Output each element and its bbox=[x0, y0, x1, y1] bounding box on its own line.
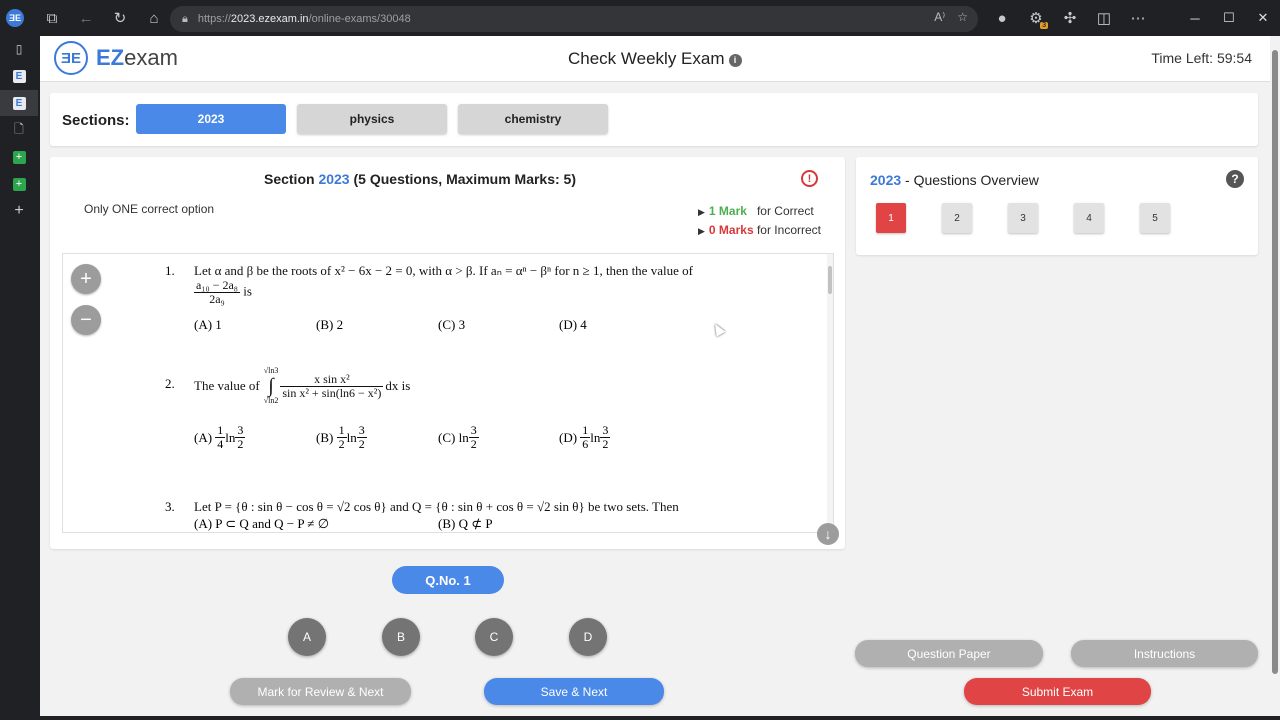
ezexam-logo[interactable]: ƎE EZexam bbox=[54, 41, 178, 75]
extensions-puzzle-icon[interactable]: ✣ bbox=[1056, 4, 1084, 32]
question-box-5[interactable]: 5 bbox=[1140, 203, 1170, 233]
help-icon[interactable]: ? bbox=[1226, 170, 1244, 188]
browser-sidebar: ▯ E E 🗋︎ + + + bbox=[0, 36, 38, 720]
sidebar-tab-ezexam-active[interactable]: E bbox=[0, 90, 38, 116]
question-2-option-c: (C) ln 3 2 bbox=[438, 423, 479, 451]
question-3-option-b: (B) Q ⊄ P bbox=[438, 516, 493, 531]
workspaces-icon[interactable]: ⧉ bbox=[38, 4, 66, 32]
marking-scheme: ▶ 1 Mark for Correct ▶ 0 Marks for Incorre… bbox=[698, 204, 821, 237]
question-instruction: Only ONE correct option bbox=[84, 202, 215, 216]
sidebar-add-icon[interactable]: + bbox=[0, 198, 38, 224]
question-box-1[interactable]: 1 bbox=[876, 203, 906, 233]
minimize-icon[interactable]: ─ bbox=[1178, 0, 1212, 36]
exam-header: ƎE EZexam Check Weekly Exam i Time Left: … bbox=[40, 36, 1270, 82]
question-2-option-a: (A) 1 4 ln 3 2 bbox=[194, 423, 246, 451]
question-paper-button[interactable]: Question Paper bbox=[855, 640, 1043, 667]
more-menu-icon[interactable]: ⋯ bbox=[1124, 4, 1152, 32]
question-panel: Section 2023 (5 Questions, Maximum Marks… bbox=[50, 157, 845, 549]
question-1-option-a: (A) 1 bbox=[194, 317, 222, 332]
answer-option-a-button[interactable]: A bbox=[288, 618, 326, 656]
question-number: 3. bbox=[165, 499, 175, 514]
paper-scrollbar[interactable] bbox=[827, 254, 833, 532]
question-1-option-d: (D) 4 bbox=[559, 317, 587, 332]
section-title: Section 2023 (5 Questions, Maximum Marks… bbox=[263, 171, 577, 187]
section-tab-physics[interactable]: physics bbox=[297, 104, 447, 134]
sections-bar: Sections: 2023 physics chemistry bbox=[50, 93, 1258, 146]
question-paper-viewer[interactable]: + − 1. Let α and β be the roots of x² − … bbox=[62, 253, 834, 533]
extension-icon[interactable]: ⚙ 3 bbox=[1022, 4, 1050, 32]
overview-title: 2023 - Questions Overview bbox=[870, 172, 1039, 188]
sidebar-tabs-icon[interactable]: ▯ bbox=[0, 36, 38, 62]
sidebar-document-icon[interactable]: 🗋︎ bbox=[0, 117, 38, 143]
split-screen-icon[interactable]: ◫ bbox=[1090, 4, 1118, 32]
sidebar-sheet-icon-2[interactable]: + bbox=[0, 171, 38, 197]
back-icon[interactable]: ← bbox=[72, 4, 100, 32]
questions-overview-panel: 2023 - Questions Overview ? 1 2 3 4 5 bbox=[856, 157, 1258, 255]
answer-option-d-button[interactable]: D bbox=[569, 618, 607, 656]
answer-option-b-button[interactable]: B bbox=[382, 618, 420, 656]
home-icon[interactable]: ⌂ bbox=[140, 4, 168, 32]
scroll-down-icon[interactable]: ↓ bbox=[817, 523, 839, 545]
zoom-in-button[interactable]: + bbox=[71, 264, 101, 294]
mark-for-review-button[interactable]: Mark for Review & Next bbox=[230, 678, 411, 705]
lock-icon: 🔒︎ bbox=[182, 12, 188, 25]
sidebar-sheet-icon[interactable]: + bbox=[0, 144, 38, 170]
question-2-text: The value of √ln3 ∫ √ln2 x sin x² sin x² … bbox=[194, 366, 411, 405]
question-2-option-b: (B) 1 2 ln 3 2 bbox=[316, 423, 367, 451]
question-1-text: Let α and β be the roots of x² − 6x − 2 … bbox=[194, 263, 693, 278]
question-3-option-a: (A) P ⊂ Q and Q − P ≠ ∅ bbox=[194, 516, 330, 531]
info-icon[interactable]: i bbox=[728, 53, 742, 67]
extension-adblock-icon[interactable]: ● bbox=[988, 4, 1016, 32]
instructions-button[interactable]: Instructions bbox=[1071, 640, 1258, 667]
zoom-out-button[interactable]: − bbox=[71, 305, 101, 335]
exam-page: ƎE EZexam Check Weekly Exam i Time Left: … bbox=[40, 36, 1270, 716]
question-box-2[interactable]: 2 bbox=[942, 203, 972, 233]
refresh-icon[interactable]: ↻ bbox=[106, 4, 134, 32]
question-number: 1. bbox=[165, 263, 175, 278]
read-aloud-icon[interactable]: A⁾ bbox=[934, 10, 945, 24]
question-box-3[interactable]: 3 bbox=[1008, 203, 1038, 233]
time-left: Time Left: 59:54 bbox=[1151, 50, 1252, 66]
current-question-number: Q.No. 1 bbox=[392, 566, 504, 594]
section-tab-2023[interactable]: 2023 bbox=[136, 104, 286, 134]
extension-badge: 3 bbox=[1040, 22, 1048, 29]
url-text: https://2023.ezexam.in/online-exams/3004… bbox=[197, 13, 411, 25]
question-2-option-d: (D) 1 6 ln 3 2 bbox=[559, 423, 611, 451]
page-scrollbar[interactable] bbox=[1270, 36, 1280, 716]
maximize-icon[interactable]: ☐ bbox=[1212, 0, 1246, 36]
exam-title: Check Weekly Exam i bbox=[568, 49, 742, 69]
sidebar-tab-ezexam[interactable]: E bbox=[0, 63, 38, 89]
triangle-icon: ▶ bbox=[698, 226, 705, 236]
save-and-next-button[interactable]: Save & Next bbox=[484, 678, 664, 705]
browser-app-icon[interactable]: ƎE bbox=[6, 9, 24, 27]
submit-exam-button[interactable]: Submit Exam bbox=[964, 678, 1151, 705]
logo-text: EZexam bbox=[96, 45, 178, 70]
question-number: 2. bbox=[165, 376, 175, 391]
question-box-4[interactable]: 4 bbox=[1074, 203, 1104, 233]
question-1-fraction: a₁₀ − 2a₈ 2a₉ is bbox=[194, 278, 252, 306]
report-alert-icon[interactable]: ! bbox=[801, 170, 818, 187]
browser-toolbar: ƎE ⧉ ← ↻ ⌂ 🔒︎ https://2023.ezexam.in/onl… bbox=[0, 0, 1280, 36]
address-bar[interactable]: 🔒︎ https://2023.ezexam.in/online-exams/3… bbox=[170, 6, 978, 32]
sections-label: Sections: bbox=[62, 112, 130, 129]
triangle-icon: ▶ bbox=[698, 207, 705, 217]
question-1-option-c: (C) 3 bbox=[438, 317, 466, 332]
answer-option-c-button[interactable]: C bbox=[475, 618, 513, 656]
favorite-star-icon[interactable]: ☆ bbox=[957, 10, 968, 24]
question-3-text: Let P = {θ : sin θ − cos θ = √2 cos θ} a… bbox=[194, 499, 679, 514]
question-1-option-b: (B) 2 bbox=[316, 317, 344, 332]
section-tab-chemistry[interactable]: chemistry bbox=[458, 104, 608, 134]
logo-mark: ƎE bbox=[54, 41, 88, 75]
close-icon[interactable]: ✕ bbox=[1246, 0, 1280, 36]
